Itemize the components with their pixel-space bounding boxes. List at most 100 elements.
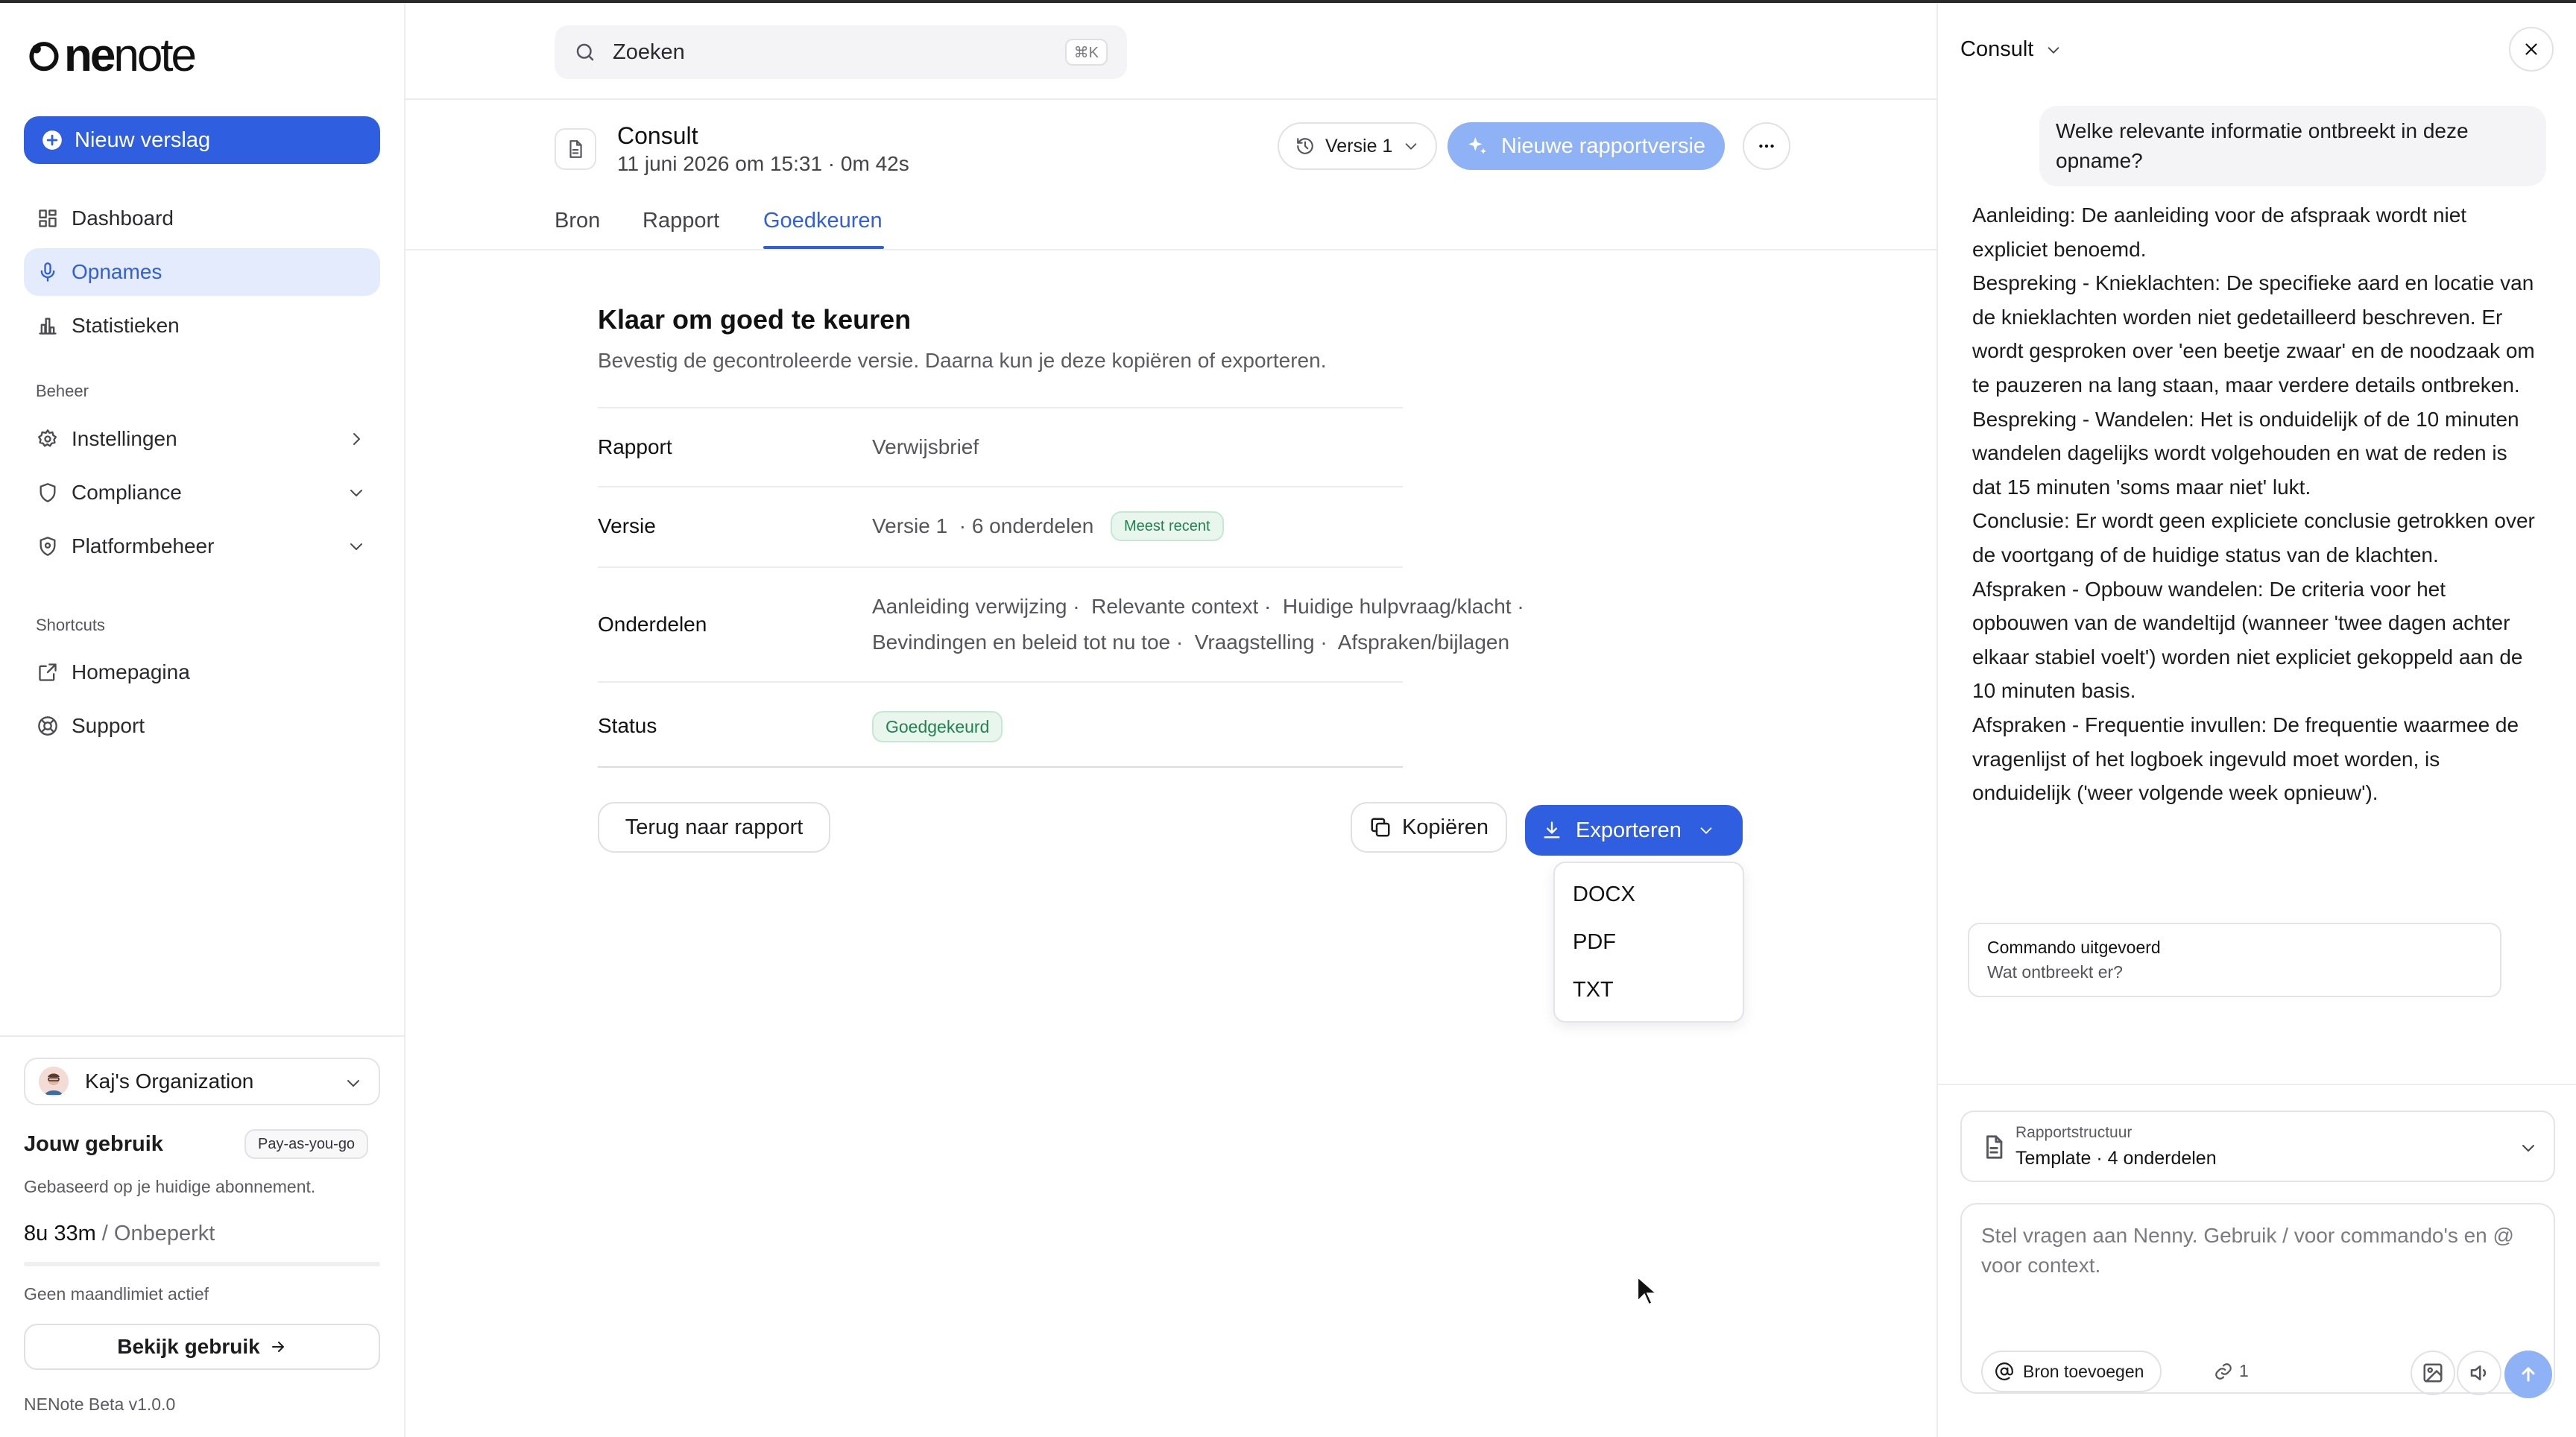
sidebar-item-opnames[interactable]: Opnames (24, 248, 380, 296)
logo-rest: note (113, 29, 197, 81)
close-icon (2525, 43, 2537, 55)
version-select-label: Versie 1 (1325, 135, 1393, 157)
parts-line: Bevindingen en beleid tot nu toe · Vraag… (872, 631, 1510, 654)
export-option-pdf[interactable]: PDF (1573, 930, 1616, 955)
sidebar-item-support[interactable]: Support (24, 702, 380, 750)
export-option-txt[interactable]: TXT (1573, 978, 1614, 1002)
usage-limit: / Onbeperkt (101, 1222, 215, 1245)
chevron-down-icon (350, 543, 362, 550)
search-input[interactable]: Zoeken ⌘K (555, 25, 1127, 79)
view-usage-label: Bekijk gebruik (117, 1335, 260, 1358)
sidebar-item-instellingen[interactable]: Instellingen (24, 415, 380, 463)
panel-title-select[interactable]: Consult (1960, 37, 2062, 62)
bar-chart-icon (39, 318, 57, 335)
app-logo[interactable]: ne note (25, 30, 197, 81)
copy-icon (1371, 818, 1390, 837)
search-icon (576, 43, 594, 61)
more-options-button[interactable] (1743, 122, 1790, 170)
sidebar-item-label: Homepagina (72, 660, 190, 683)
export-dropdown: DOCX PDF TXT (1553, 862, 1744, 1023)
send-button[interactable] (2504, 1351, 2552, 1398)
sidebar: ne note Nieuw verslag Dashboard Opnames S… (0, 3, 405, 1437)
chat-composer[interactable]: Stel vragen aan Nenny. Gebruik / voor co… (1960, 1203, 2555, 1398)
usage-used: 8u 33m (24, 1222, 96, 1245)
copy-button[interactable]: Kopiëren (1351, 802, 1507, 853)
divider (598, 486, 1403, 487)
report-value: Verwijsbrief (872, 435, 979, 458)
org-switcher[interactable]: Kaj's Organization (24, 1058, 380, 1105)
command-card: Commando uitgevoerd Wat ontbreekt er? (1968, 923, 2501, 997)
approve-title: Klaar om goed te keuren (598, 304, 912, 335)
parts-line: Aanleiding verwijzing · Relevante contex… (872, 595, 1524, 618)
status-label: Status (598, 714, 657, 737)
answer-paragraph: Bespreking - Wandelen: Het is onduidelij… (1972, 407, 2519, 499)
version-label: Versie (598, 514, 656, 537)
report-structure-select[interactable]: Rapportstructuur Template · 4 onderdelen (1960, 1111, 2555, 1182)
section-label-beheer: Beheer (36, 382, 89, 400)
voice-button[interactable] (2457, 1351, 2501, 1395)
divider (598, 407, 1403, 408)
user-message: Welke relevante informatie ontbreekt in … (2039, 106, 2546, 186)
version-select[interactable]: Versie 1 (1278, 122, 1437, 170)
status-badge: Meest recent (1111, 511, 1224, 541)
sidebar-item-label: Support (72, 714, 145, 737)
close-panel-button[interactable] (2509, 27, 2554, 72)
command-title: Commando uitgevoerd (1987, 938, 2161, 957)
status-badge: Goedgekeurd (872, 711, 1003, 742)
new-report-version-label: Nieuwe rapportversie (1501, 133, 1706, 158)
sidebar-item-label: Compliance (72, 481, 182, 504)
divider (405, 249, 1936, 250)
sidebar-item-compliance[interactable]: Compliance (24, 469, 380, 517)
linked-sources-count[interactable]: 1 (2214, 1361, 2249, 1381)
assistant-message: Aanleiding: De aanleiding voor de afspra… (1972, 198, 2539, 810)
tab-rapport[interactable]: Rapport (643, 209, 719, 233)
assistant-panel: Consult Welke relevante informatie ontbr… (1936, 3, 2576, 1437)
answer-paragraph: Afspraken - Frequentie invullen: De freq… (1972, 713, 2519, 805)
document-icon (1986, 1135, 2003, 1159)
sidebar-item-label: Opnames (72, 260, 162, 283)
divider (598, 566, 1403, 568)
avatar (39, 1067, 69, 1096)
chevron-down-icon (2048, 46, 2059, 54)
usage-value: 8u 33m / Onbeperkt (24, 1222, 215, 1246)
document-icon (555, 128, 596, 170)
tab-goedkeuren[interactable]: Goedkeuren (763, 209, 883, 233)
chevron-down-icon (347, 1080, 359, 1087)
lifebuoy-icon (38, 716, 57, 736)
image-attach-button[interactable] (2411, 1351, 2455, 1395)
divider (1938, 1084, 2576, 1085)
chevron-down-icon (2522, 1145, 2534, 1152)
version-value: Versie 1 · 6 onderdelen (872, 514, 1094, 537)
divider (405, 98, 1936, 100)
add-source-button[interactable]: Bron toevoegen (1981, 1351, 2162, 1392)
answer-paragraph: Bespreking - Knieklachten: De specifieke… (1972, 271, 2535, 397)
new-report-button[interactable]: Nieuw verslag (24, 116, 380, 164)
composer-placeholder[interactable]: Stel vragen aan Nenny. Gebruik / voor co… (1981, 1221, 2533, 1280)
org-name: Kaj's Organization (85, 1070, 254, 1093)
usage-section: Kaj's Organization Jouw gebruik Pay-as-y… (0, 1035, 405, 1437)
sparkles-icon (1468, 137, 1486, 154)
link-count-value: 1 (2239, 1361, 2249, 1380)
sidebar-item-homepagina[interactable]: Homepagina (24, 648, 380, 696)
sidebar-item-statistieken[interactable]: Statistieken (24, 302, 380, 350)
export-option-docx[interactable]: DOCX (1573, 882, 1635, 907)
chevron-down-icon (1406, 143, 1417, 150)
export-button[interactable]: Exporteren (1525, 805, 1743, 856)
page-title: Consult (617, 122, 698, 149)
add-source-label: Bron toevoegen (2023, 1361, 2144, 1381)
answer-paragraph: Conclusie: Er wordt geen expliciete conc… (1972, 509, 2535, 566)
tab-bron[interactable]: Bron (555, 209, 600, 233)
section-label-shortcuts: Shortcuts (36, 616, 105, 634)
search-placeholder: Zoeken (613, 40, 685, 64)
no-limit-text: Geen maandlimiet actief (24, 1284, 209, 1304)
more-horizontal-icon (1759, 144, 1774, 148)
new-report-version-button[interactable]: Nieuwe rapportversie (1448, 122, 1725, 170)
sidebar-item-dashboard[interactable]: Dashboard (24, 195, 380, 242)
divider (598, 681, 1403, 683)
gear-icon (38, 429, 57, 447)
back-to-report-button[interactable]: Terug naar rapport (598, 802, 830, 853)
shield-icon (40, 537, 56, 556)
sidebar-item-platformbeheer[interactable]: Platformbeheer (24, 522, 380, 570)
view-usage-button[interactable]: Bekijk gebruik (24, 1324, 380, 1370)
download-icon (1544, 821, 1560, 838)
